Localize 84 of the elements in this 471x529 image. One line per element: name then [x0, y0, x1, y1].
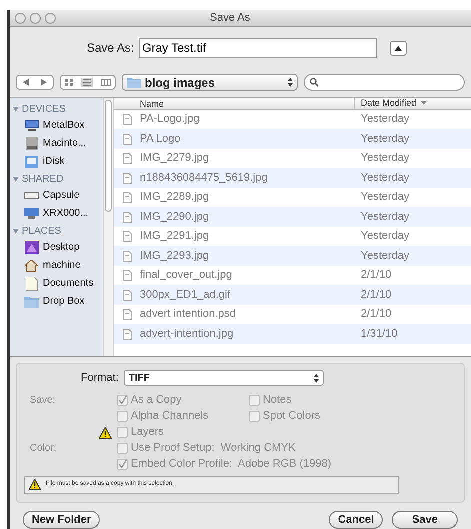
checkbox[interactable]: [117, 443, 128, 454]
group-label: Save:: [29, 394, 57, 408]
column-header[interactable]: Date Modified: [355, 98, 471, 109]
file-row[interactable]: PA Logo Yesterday: [114, 129, 471, 149]
checkbox[interactable]: [249, 411, 260, 422]
triangle-up-icon: [395, 46, 402, 51]
sidebar-item[interactable]: Macinto...: [10, 134, 103, 153]
file-row[interactable]: n188436084475_5619.jpg Yesterday: [114, 168, 471, 188]
search-icon: [310, 78, 318, 88]
file-row[interactable]: 300px_ED1_ad.gif 2/1/10: [114, 285, 471, 305]
warning-icon: [99, 426, 112, 438]
stepper-icon: [314, 374, 319, 383]
hard-drive-icon: [26, 137, 38, 150]
stepper-icon: [288, 78, 293, 88]
sidebar-item[interactable]: Drop Box: [10, 292, 103, 311]
file-icon: [122, 270, 132, 282]
checkbox-label: Embed Color Profile: Adobe RGB (1998): [131, 457, 332, 472]
save-as-label: Save As:: [87, 40, 134, 58]
zoom-button[interactable]: [45, 12, 56, 24]
file-icon: [122, 192, 132, 204]
file-icon: [122, 134, 132, 145]
warning-icon: [29, 479, 41, 490]
close-button[interactable]: [15, 12, 26, 24]
folder-icon: [127, 77, 141, 88]
sidebar-item[interactable]: Capsule: [10, 186, 103, 205]
checkbox-label: Alpha Channels: [131, 409, 209, 424]
monitor-icon: [24, 208, 39, 220]
checkbox[interactable]: [117, 459, 128, 470]
file-icon: [122, 153, 132, 164]
checkbox[interactable]: [117, 411, 128, 422]
sidebar-item[interactable]: Documents: [10, 274, 103, 293]
sidebar-heading: SHARED: [22, 173, 64, 188]
file-icon: [122, 309, 132, 320]
dialog-button[interactable]: Cancel: [329, 511, 384, 529]
checkbox[interactable]: [117, 395, 128, 406]
sidebar-item[interactable]: machine: [10, 256, 103, 275]
window-title: Save As: [210, 10, 250, 26]
checkbox-label: Notes: [263, 393, 292, 408]
sidebar-item[interactable]: Desktop: [10, 238, 103, 257]
checkbox-label: Layers: [131, 425, 164, 440]
view-mode-buttons[interactable]: [60, 75, 116, 90]
sidebar-heading: PLACES: [22, 225, 62, 240]
sidebar-item[interactable]: MetalBox: [10, 116, 103, 135]
monitor-icon: [24, 120, 38, 132]
search-field[interactable]: [304, 74, 465, 92]
document-icon: [26, 276, 38, 291]
new-folder-button[interactable]: New Folder: [23, 511, 100, 529]
file-icon: [122, 172, 132, 184]
sidebar-item[interactable]: iDisk: [10, 152, 103, 171]
checkbox-label: Spot Colors: [263, 409, 320, 424]
checkbox-label: As a Copy: [131, 393, 182, 408]
drive-icon: [24, 192, 39, 200]
format-dropdown[interactable]: TIFF: [124, 370, 324, 386]
checkbox[interactable]: [249, 395, 260, 406]
sidebar-heading: DEVICES: [22, 103, 66, 118]
checkbox-label: Use Proof Setup: Working CMYK: [131, 441, 296, 456]
sidebar-item[interactable]: XRX000...: [10, 204, 103, 223]
expand-button[interactable]: [390, 40, 408, 56]
house-icon: [25, 260, 38, 272]
filename-field[interactable]: Gray Test.tif: [139, 38, 378, 58]
file-row[interactable]: IMG_2293.jpg Yesterday: [114, 246, 471, 266]
sort-arrow-icon: [420, 101, 427, 106]
file-icon: [122, 328, 132, 340]
disclosure-triangle-icon[interactable]: [13, 107, 19, 112]
column-header[interactable]: Name: [114, 98, 355, 109]
file-icon: [122, 290, 132, 301]
dialog-button[interactable]: Save: [392, 511, 458, 529]
checkbox[interactable]: [117, 427, 128, 438]
location-dropdown[interactable]: blog images: [122, 74, 298, 92]
disclosure-triangle-icon[interactable]: [13, 229, 19, 234]
back-forward-buttons[interactable]: [16, 75, 54, 90]
file-icon: [122, 250, 132, 262]
file-row[interactable]: IMG_2290.jpg Yesterday: [114, 207, 471, 227]
file-icon: [122, 212, 132, 223]
file-icon: [122, 231, 132, 242]
file-row[interactable]: advert-intention.jpg 1/31/10: [114, 324, 471, 344]
sidebar-scrollbar[interactable]: [103, 98, 114, 356]
format-label: Format:: [81, 371, 119, 386]
minimize-button[interactable]: [30, 12, 41, 24]
group-label: Color:: [29, 442, 58, 456]
folder-icon: [24, 296, 39, 308]
file-icon: [122, 114, 132, 126]
disclosure-triangle-icon[interactable]: [13, 177, 19, 182]
desktop-icon: [24, 241, 38, 254]
